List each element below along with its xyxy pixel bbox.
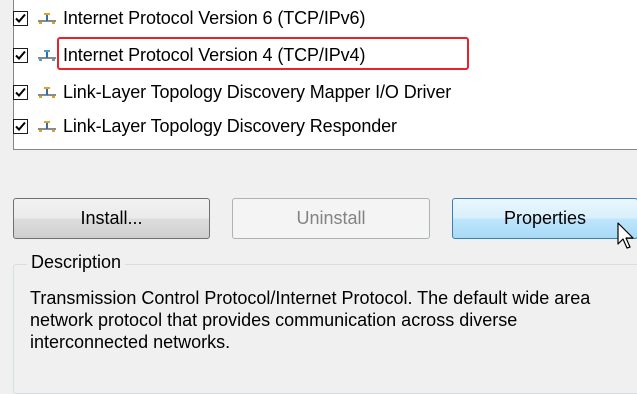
network-protocol-icon xyxy=(38,13,56,24)
network-protocol-icon xyxy=(38,121,56,132)
mouse-cursor-icon xyxy=(617,222,634,249)
install-button[interactable]: Install... xyxy=(13,198,210,239)
description-title: Description xyxy=(27,252,126,273)
highlight-frame xyxy=(57,37,469,70)
list-item[interactable]: Link-Layer Topology Discovery Mapper I/O… xyxy=(13,76,451,108)
network-protocol-icon xyxy=(38,50,56,61)
uninstall-button[interactable]: Uninstall xyxy=(232,198,430,239)
checkbox-lltd-mapper[interactable] xyxy=(13,84,28,100)
list-item[interactable]: Link-Layer Topology Discovery Responder xyxy=(13,110,397,142)
list-item-label: Internet Protocol Version 6 (TCP/IPv6) xyxy=(63,7,366,28)
checkbox-lltd-responder[interactable] xyxy=(13,118,28,134)
properties-button[interactable]: Properties xyxy=(452,198,637,239)
list-item-label: Link-Layer Topology Discovery Responder xyxy=(63,115,397,136)
description-text: Transmission Control Protocol/Internet P… xyxy=(30,288,591,352)
list-item-label: Link-Layer Topology Discovery Mapper I/O… xyxy=(63,81,452,102)
checkbox-ipv4[interactable] xyxy=(13,47,28,63)
network-protocol-icon xyxy=(38,87,56,98)
list-item[interactable]: Internet Protocol Version 6 (TCP/IPv6) xyxy=(13,2,365,34)
checkbox-ipv6[interactable] xyxy=(13,10,28,26)
